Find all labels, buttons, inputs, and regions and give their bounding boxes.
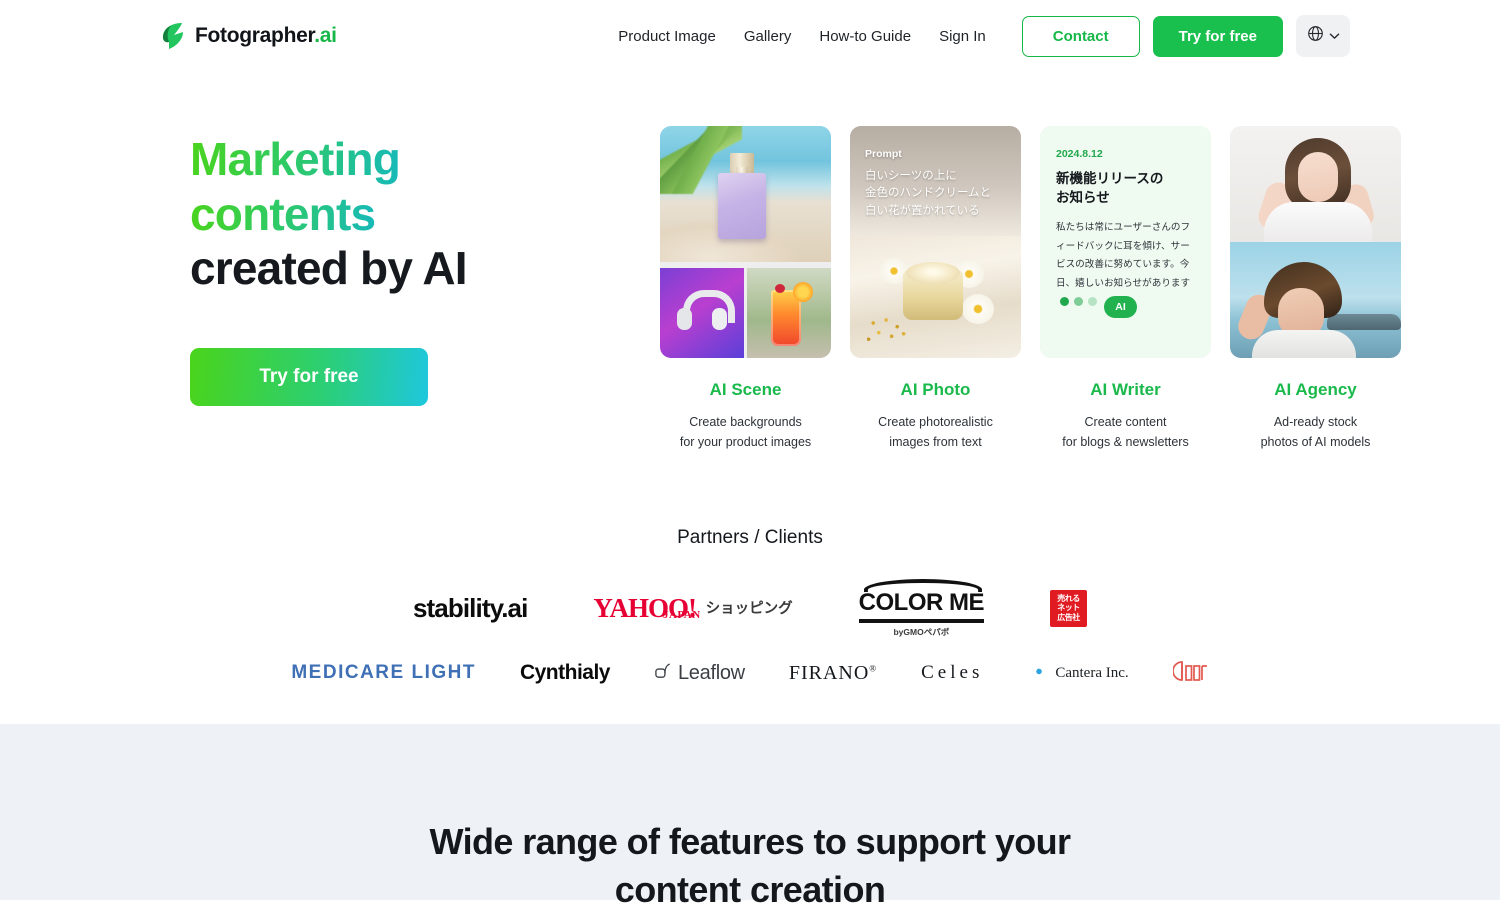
headline-line-1: Marketing bbox=[190, 133, 401, 185]
feature-card-ai-writer[interactable]: 2024.8.12 新機能リリースの お知らせ 私たちは常にユーザーさんのフィー… bbox=[1040, 126, 1211, 453]
partners-section: Partners / Clients stability.ai YAHOO! J… bbox=[0, 527, 1500, 687]
urerunet-line-1: 売れる bbox=[1057, 593, 1080, 603]
leaflow-wordmark: Leaflow bbox=[677, 661, 745, 684]
colorme-gmo-sub: byGMOペパボ bbox=[893, 626, 950, 637]
card-title: AI Photo bbox=[900, 380, 971, 399]
partner-logo-stability-ai: stability.ai bbox=[412, 592, 528, 623]
prompt-label: Prompt bbox=[865, 148, 902, 160]
colorme-wordmark: COLOR ME bbox=[858, 589, 985, 623]
leaflow-mark-icon bbox=[654, 661, 673, 686]
partner-logo-color-me: COLOR ME byGMOペパボ bbox=[858, 578, 985, 638]
headline-line-2: contents bbox=[190, 187, 376, 240]
lightning-f-logo-icon bbox=[160, 21, 186, 51]
partner-logos-row-1: stability.ai YAHOO! JAPAN ショッピング COLOR M… bbox=[0, 578, 1500, 638]
article-date: 2024.8.12 bbox=[1056, 148, 1103, 160]
article-headline: 新機能リリースの お知らせ bbox=[1056, 171, 1164, 206]
brand-logo[interactable]: Fotographer.ai bbox=[160, 21, 337, 51]
urerunet-line-3: 広告社 bbox=[1057, 612, 1080, 622]
try-for-free-button-header[interactable]: Try for free bbox=[1152, 15, 1283, 57]
yahoo-shopping-label: ショッピング bbox=[705, 601, 793, 618]
features-heading: Wide range of features to support your c… bbox=[429, 821, 1072, 910]
partner-logo-celes: Celes bbox=[921, 662, 984, 683]
card-description: Create photorealistic images from text bbox=[878, 415, 993, 450]
partner-logo-cantera-inc: Cantera Inc. bbox=[1027, 660, 1129, 686]
partner-logo-firano: FIRANO® bbox=[788, 661, 878, 684]
card-title: AI Agency bbox=[1274, 380, 1357, 399]
language-selector[interactable] bbox=[1296, 15, 1350, 57]
nav-link-product-image[interactable]: Product Image bbox=[604, 20, 730, 53]
chevron-down-icon bbox=[1329, 27, 1340, 45]
card-description: Ad-ready stock photos of AI models bbox=[1260, 415, 1371, 450]
feature-card-ai-photo[interactable]: Prompt 白いシーツの上に 金色のハンドクリームと 白い花が置かれている A… bbox=[850, 126, 1021, 453]
partner-logo-cynthialy: Cynthialy bbox=[519, 661, 611, 684]
try-for-free-button-hero[interactable]: Try for free bbox=[190, 348, 428, 407]
card-title: AI Scene bbox=[709, 380, 782, 399]
roof-shape-icon bbox=[863, 578, 982, 592]
cantera-wordmark: Cantera Inc. bbox=[1055, 664, 1129, 681]
partner-logo-medicare-light: MEDICARE LIGHT bbox=[291, 662, 476, 683]
card-description: Create content for blogs & newsletters bbox=[1062, 415, 1189, 450]
partner-logo-urerunet: 売れる ネット 広告社 bbox=[1050, 589, 1087, 627]
ai-scene-image bbox=[660, 126, 831, 358]
site-header: Fotographer.ai Product Image Gallery How… bbox=[0, 0, 1500, 72]
partner-logo-red-mark bbox=[1171, 660, 1209, 687]
nav-link-sign-in[interactable]: Sign In bbox=[925, 20, 1000, 53]
hero-copy: Marketing contents created by AI Try for… bbox=[190, 124, 520, 453]
ai-agency-image bbox=[1230, 126, 1401, 358]
nav-link-how-to-guide[interactable]: How-to Guide bbox=[805, 20, 925, 53]
partner-logos-row-2: MEDICARE LIGHT Cynthialy Leaflow FIRANO®… bbox=[0, 660, 1500, 687]
hero-section: Marketing contents created by AI Try for… bbox=[0, 72, 1500, 453]
contact-button[interactable]: Contact bbox=[1021, 15, 1140, 57]
yahoo-wordmark: YAHOO! bbox=[593, 592, 697, 623]
prompt-text: 白いシーツの上に 金色のハンドクリームと 白い花が置かれている bbox=[865, 170, 992, 217]
ai-writer-image: 2024.8.12 新機能リリースの お知らせ 私たちは常にユーザーさんのフィー… bbox=[1040, 126, 1211, 358]
headline-line-3: created by AI bbox=[190, 242, 468, 295]
ai-photo-image: Prompt 白いシーツの上に 金色のハンドクリームと 白い花が置かれている bbox=[850, 126, 1021, 358]
globe-icon bbox=[1307, 25, 1324, 47]
card-description: Create backgrounds for your product imag… bbox=[679, 415, 812, 450]
page-title: Marketing contents created by AI bbox=[190, 132, 520, 296]
nav-link-gallery[interactable]: Gallery bbox=[730, 20, 806, 53]
loading-dots-icon bbox=[1060, 296, 1097, 306]
ai-badge: AI bbox=[1104, 296, 1137, 319]
main-nav: Product Image Gallery How-to Guide Sign … bbox=[604, 15, 1350, 57]
urerunet-line-2: ネット bbox=[1057, 603, 1080, 613]
feature-card-ai-agency[interactable]: AI Agency Ad-ready stock photos of AI mo… bbox=[1230, 126, 1401, 453]
brand-name: Fotographer.ai bbox=[195, 24, 337, 47]
partner-logo-yahoo-japan: YAHOO! JAPAN ショッピング bbox=[593, 592, 793, 623]
partners-title: Partners / Clients bbox=[677, 526, 823, 548]
article-body: 私たちは常にユーザーさんのフィードバックに耳を傾け、サービスの改善に努めています… bbox=[1056, 219, 1195, 319]
partner-logo-leaflow: Leaflow bbox=[654, 661, 745, 686]
card-title: AI Writer bbox=[1090, 380, 1161, 399]
feature-card-list: AI Scene Create backgrounds for your pro… bbox=[660, 124, 1401, 453]
feature-card-ai-scene[interactable]: AI Scene Create backgrounds for your pro… bbox=[660, 126, 831, 453]
cantera-mark-icon bbox=[1027, 660, 1048, 686]
features-band: Wide range of features to support your c… bbox=[0, 724, 1500, 910]
